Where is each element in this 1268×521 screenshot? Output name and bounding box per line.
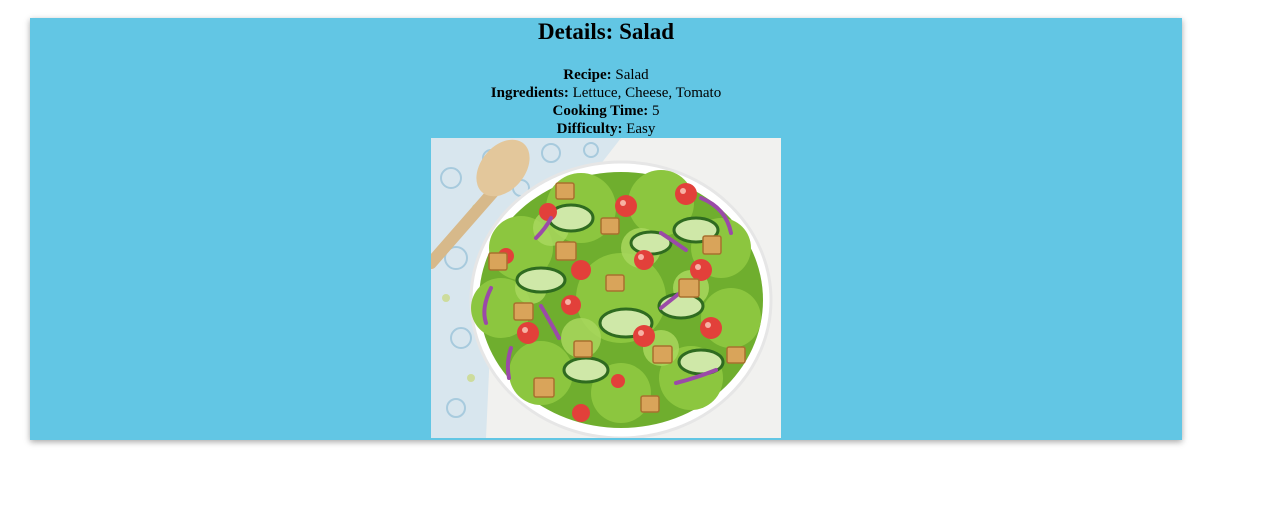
- recipe-value: Salad: [615, 67, 649, 83]
- recipe-row: Recipe: Salad: [30, 66, 1182, 84]
- recipe-label: Recipe:: [563, 67, 616, 83]
- cooking-time-value: 5: [651, 103, 660, 119]
- difficulty-value: Easy: [626, 121, 656, 137]
- ingredients-value: Lettuce, Cheese, Tomato: [572, 85, 722, 101]
- ingredients-label: Ingredients:: [490, 85, 573, 101]
- difficulty-row: Difficulty: Easy: [30, 120, 1182, 138]
- cooking-time-row: Cooking Time: 5: [30, 102, 1182, 120]
- recipe-details: Recipe: Salad Ingredients: Lettuce, Chee…: [30, 66, 1182, 138]
- difficulty-label: Difficulty:: [556, 121, 627, 137]
- salad-image: [431, 138, 781, 438]
- cooking-time-label: Cooking Time:: [552, 103, 652, 119]
- recipe-details-card: Details: Salad Recipe: Salad Ingredients…: [30, 18, 1182, 440]
- page-title: Details: Salad: [537, 19, 675, 44]
- ingredients-row: Ingredients: Lettuce, Cheese, Tomato: [30, 84, 1182, 102]
